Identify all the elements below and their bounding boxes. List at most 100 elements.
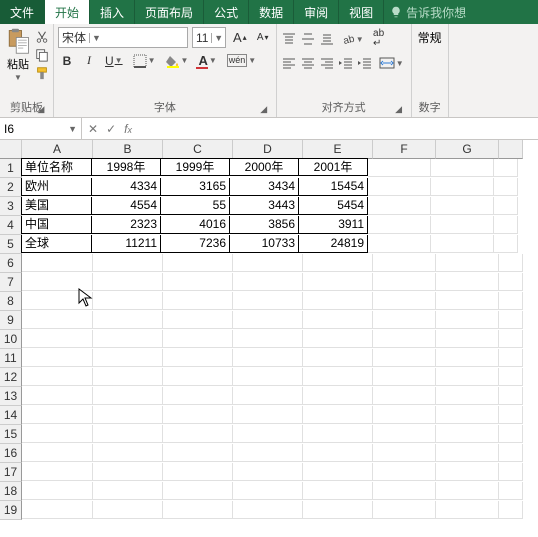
phonetic-button[interactable]: wén▼ — [224, 52, 259, 69]
cell[interactable] — [93, 330, 163, 348]
cell[interactable] — [93, 501, 163, 519]
cut-icon[interactable] — [35, 30, 49, 44]
cell[interactable]: 欧州 — [21, 178, 92, 196]
cell[interactable] — [499, 273, 523, 291]
cell[interactable] — [499, 330, 523, 348]
align-top-icon[interactable] — [281, 31, 297, 47]
cell[interactable] — [22, 349, 93, 367]
cell[interactable] — [22, 444, 93, 462]
cell[interactable] — [303, 425, 373, 443]
row-header[interactable]: 3 — [0, 197, 22, 216]
tell-me[interactable]: 告诉我你想 — [384, 0, 538, 24]
cell[interactable] — [93, 387, 163, 405]
row-header[interactable]: 19 — [0, 501, 22, 520]
cell[interactable] — [303, 254, 373, 272]
decrease-font-button[interactable]: A▾ — [254, 30, 272, 45]
cell[interactable] — [22, 463, 93, 481]
cell[interactable] — [163, 273, 233, 291]
align-center-icon[interactable] — [300, 55, 316, 71]
cell[interactable] — [373, 311, 436, 329]
cell[interactable] — [303, 463, 373, 481]
cell[interactable] — [93, 273, 163, 291]
bold-button[interactable]: B — [58, 52, 76, 70]
cell[interactable] — [163, 311, 233, 329]
cell[interactable] — [436, 387, 499, 405]
clipboard-launcher-icon[interactable]: ◢ — [35, 103, 47, 115]
cell[interactable] — [373, 406, 436, 424]
cell[interactable] — [436, 311, 499, 329]
tab-view[interactable]: 视图 — [339, 0, 384, 24]
cell[interactable] — [494, 178, 518, 196]
cell[interactable] — [303, 330, 373, 348]
cell[interactable] — [499, 406, 523, 424]
cell[interactable] — [233, 273, 303, 291]
row-header[interactable]: 18 — [0, 482, 22, 501]
cell[interactable] — [163, 330, 233, 348]
cell[interactable]: 3856 — [229, 216, 299, 234]
cell[interactable]: 4016 — [160, 216, 230, 234]
cell[interactable] — [233, 444, 303, 462]
cell[interactable] — [373, 482, 436, 500]
fill-color-button[interactable]: ▼ — [163, 52, 192, 70]
cell[interactable]: 4554 — [91, 197, 161, 215]
row-header[interactable]: 2 — [0, 178, 22, 197]
increase-indent-icon[interactable] — [357, 55, 373, 71]
col-header[interactable]: C — [163, 140, 233, 159]
col-header[interactable]: F — [373, 140, 436, 159]
cell[interactable] — [373, 368, 436, 386]
cell[interactable] — [22, 501, 93, 519]
font-size-select[interactable]: 11▼ — [192, 27, 226, 48]
cell[interactable] — [22, 482, 93, 500]
enter-formula-icon[interactable]: ✓ — [106, 122, 116, 136]
cell[interactable] — [368, 216, 431, 234]
cell[interactable] — [499, 463, 523, 481]
row-header[interactable]: 16 — [0, 444, 22, 463]
cell[interactable] — [233, 463, 303, 481]
row-header[interactable]: 5 — [0, 235, 22, 254]
cell[interactable] — [499, 387, 523, 405]
cell[interactable] — [163, 292, 233, 310]
row-header[interactable]: 14 — [0, 406, 22, 425]
cell[interactable] — [233, 482, 303, 500]
cell[interactable] — [373, 501, 436, 519]
cell[interactable] — [93, 292, 163, 310]
cell[interactable] — [373, 349, 436, 367]
cell[interactable] — [436, 425, 499, 443]
cell[interactable] — [233, 368, 303, 386]
cell[interactable] — [93, 311, 163, 329]
select-all-corner[interactable] — [0, 140, 22, 159]
cell[interactable] — [93, 463, 163, 481]
cell[interactable] — [373, 254, 436, 272]
cell[interactable]: 2001年 — [298, 158, 368, 176]
cell[interactable]: 3443 — [229, 197, 299, 215]
align-middle-icon[interactable] — [300, 31, 316, 47]
tab-formula[interactable]: 公式 — [204, 0, 249, 24]
fx-icon[interactable]: fx — [124, 122, 132, 136]
cell[interactable] — [499, 444, 523, 462]
cell[interactable] — [494, 159, 518, 177]
tab-file[interactable]: 文件 — [0, 0, 45, 24]
cell[interactable] — [436, 482, 499, 500]
cell[interactable] — [303, 368, 373, 386]
tab-layout[interactable]: 页面布局 — [135, 0, 204, 24]
cell[interactable]: 单位名称 — [21, 158, 92, 176]
cell[interactable] — [368, 235, 431, 253]
row-header[interactable]: 13 — [0, 387, 22, 406]
cell[interactable] — [22, 273, 93, 291]
cell[interactable] — [22, 406, 93, 424]
row-header[interactable]: 7 — [0, 273, 22, 292]
row-header[interactable]: 10 — [0, 330, 22, 349]
cell[interactable] — [93, 482, 163, 500]
worksheet-grid[interactable]: A B C D E F G 1 单位名称 1998年 1999年 2000年 2… — [0, 140, 538, 520]
cell[interactable] — [22, 311, 93, 329]
row-header[interactable]: 4 — [0, 216, 22, 235]
cell[interactable] — [22, 368, 93, 386]
cell[interactable]: 中国 — [21, 216, 92, 234]
cell[interactable] — [303, 273, 373, 291]
increase-font-button[interactable]: A▴ — [230, 28, 250, 47]
cell[interactable] — [436, 444, 499, 462]
col-header[interactable]: E — [303, 140, 373, 159]
cell[interactable] — [233, 311, 303, 329]
cell[interactable] — [436, 349, 499, 367]
cell[interactable] — [373, 463, 436, 481]
